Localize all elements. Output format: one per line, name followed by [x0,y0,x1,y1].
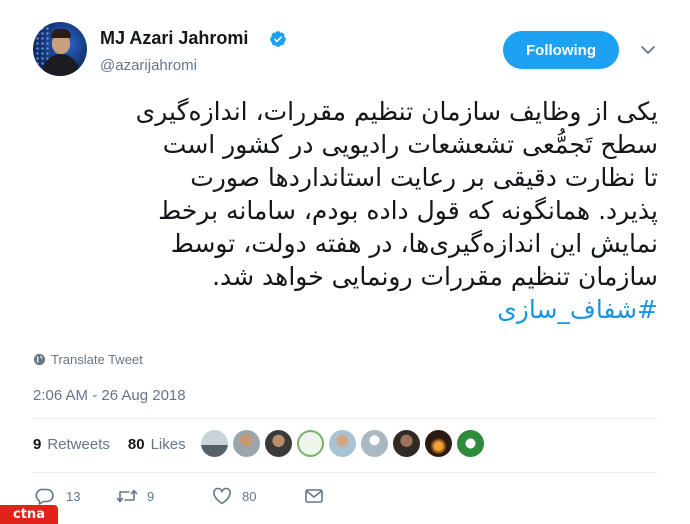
chevron-down-icon[interactable] [640,44,656,56]
watermark-logo: ctna [0,505,58,524]
tweet-text: یکی از وظایف سازمان تنظیم مقررات، اندازه… [40,95,658,326]
direct-message-action[interactable] [304,487,324,505]
tweet-actions: 13 9 80 [35,487,324,505]
translate-tweet-link[interactable]: Translate Tweet [33,352,143,367]
liker-avatar[interactable] [265,430,292,457]
tweet-text-line: سطح تَجمُّعی تشعشعات رادیویی در کشور است [162,130,658,159]
author-handle[interactable]: @azarijahromi [100,57,197,74]
likers-avatars [201,430,484,457]
tweet-text-line: نمایش این اندازه‌گیری‌ها، در هفته دولت، … [170,229,658,258]
globe-icon [33,353,46,366]
tweet-stats: 9 Retweets 80 Likes [33,436,186,453]
divider [33,472,657,473]
following-button[interactable]: Following [503,31,619,69]
reply-action[interactable]: 13 [35,487,116,505]
tweet-text-line: پذیرد. همانگونه که قول داده بودم، سامانه… [158,196,658,225]
tweet-text-line: سازمان تنظیم مقررات رونمایی خواهد شد. [212,262,658,291]
reply-icon [35,488,54,505]
verified-badge-icon [270,31,286,47]
retweets-label[interactable]: Retweets [47,436,110,453]
like-action[interactable]: 80 [212,487,304,505]
liker-avatar[interactable] [361,430,388,457]
hashtag-link[interactable]: #شفاف_سازی [40,293,658,326]
liker-avatar[interactable] [329,430,356,457]
retweets-count[interactable]: 9 [33,436,41,453]
reply-count: 13 [66,488,81,504]
author-avatar[interactable] [33,22,87,76]
liker-avatar[interactable] [457,430,484,457]
liker-avatar[interactable] [425,430,452,457]
tweet-timestamp[interactable]: 2:06 AM - 26 Aug 2018 [33,387,186,404]
translate-label[interactable]: Translate Tweet [51,352,143,367]
author-name[interactable]: MJ Azari Jahromi [100,28,248,49]
retweet-count: 9 [147,488,155,504]
tweet-header: MJ Azari Jahromi @azarijahromi Following [0,0,690,90]
likes-label[interactable]: Likes [151,436,186,453]
tweet-text-line: یکی از وظایف سازمان تنظیم مقررات، اندازه… [135,97,658,126]
like-count: 80 [242,488,257,504]
liker-avatar[interactable] [233,430,260,457]
tweet-text-line: تا نظارت دقیقی بر رعایت استانداردها صورت [190,163,658,192]
retweet-action[interactable]: 9 [116,487,212,505]
liker-avatar[interactable] [393,430,420,457]
heart-icon [213,487,231,505]
retweet-icon [116,489,138,503]
liker-avatar[interactable] [297,430,324,457]
liker-avatar[interactable] [201,430,228,457]
likes-count[interactable]: 80 [128,436,145,453]
mail-icon [305,489,323,503]
divider [33,418,657,419]
